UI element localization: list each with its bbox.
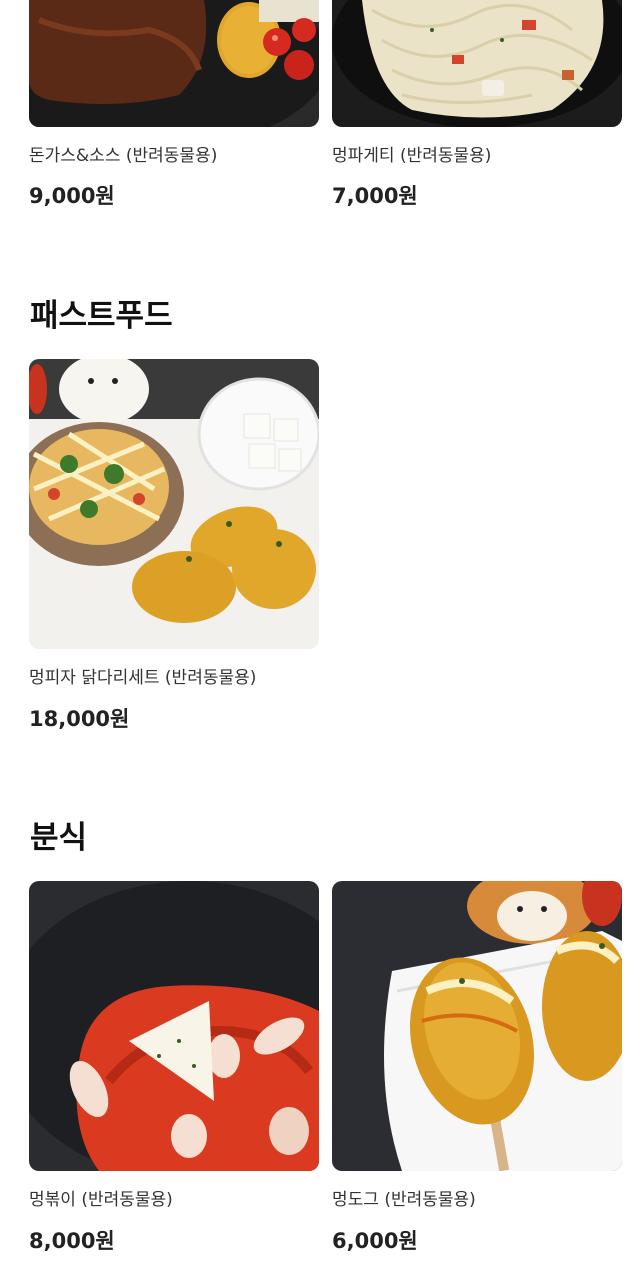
spaghetti-plate-image [332,0,622,127]
tonkatsu-plate-image [29,0,319,127]
section-title-bunsik: 분식 [30,820,88,856]
menu-item-tonkatsu[interactable]: 돈가스&소스 (반려동물용) 9,000원 [29,0,319,208]
item-name: 돈가스&소스 (반려동물용) [29,146,218,166]
menu-item-corndog[interactable]: 멍도그 (반려동물용) 6,000원 [332,881,622,1253]
item-price: 8,000원 [29,1229,115,1253]
tteokbokki-image [29,881,319,1171]
menu-item-pizza-set[interactable]: 멍피자 닭다리세트 (반려동물용) 18,000원 [29,359,319,731]
item-price: 18,000원 [29,707,130,731]
menu-item-spaghetti[interactable]: 멍파게티 (반려동물용) 7,000원 [332,0,622,208]
corndog-image [332,881,622,1171]
section-title-fastfood: 패스트푸드 [30,298,173,334]
item-name: 멍피자 닭다리세트 (반려동물용) [29,668,257,688]
item-price: 9,000원 [29,184,115,208]
menu-item-tteokbokki[interactable]: 멍볶이 (반려동물용) 8,000원 [29,881,319,1253]
item-name: 멍도그 (반려동물용) [332,1190,476,1210]
item-price: 6,000원 [332,1229,418,1253]
item-price: 7,000원 [332,184,418,208]
item-name: 멍파게티 (반려동물용) [332,146,492,166]
item-name: 멍볶이 (반려동물용) [29,1190,173,1210]
pizza-drumstick-set-image [29,359,319,649]
